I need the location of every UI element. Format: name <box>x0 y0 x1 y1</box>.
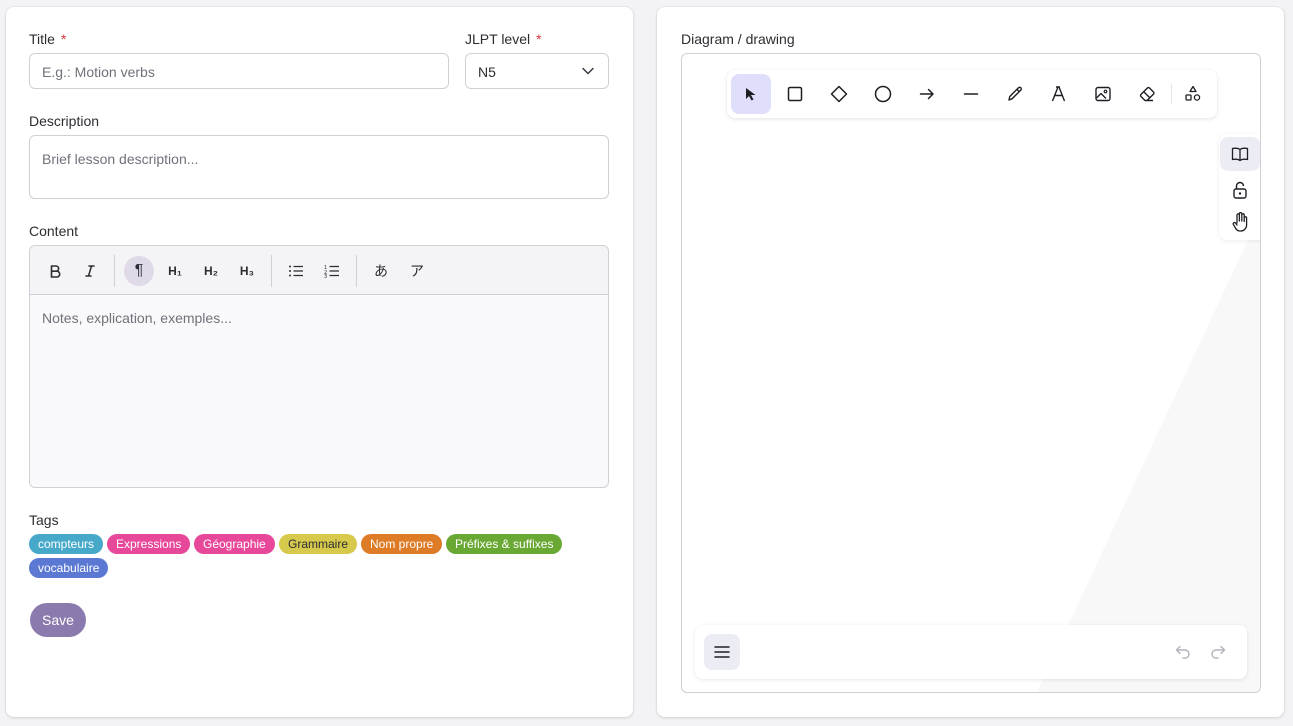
draw-icon <box>1008 86 1022 101</box>
tag-chip[interactable]: Nom propre <box>361 534 443 554</box>
line-icon <box>963 93 979 95</box>
required-mark: * <box>536 31 542 47</box>
lock-toggle-button[interactable] <box>1220 173 1260 207</box>
more-shapes-button[interactable] <box>1173 74 1213 114</box>
editor-toolbar: ¶ H₁ H₂ H₃ 123 あ ア <box>30 246 608 295</box>
hand-icon <box>1232 212 1248 232</box>
tag-chip[interactable]: Géographie <box>194 534 275 554</box>
tag-chip[interactable]: vocabulaire <box>29 558 109 578</box>
image-tool-button[interactable] <box>1083 74 1123 114</box>
lesson-form: Title * JLPT level * E.g.: Motion verbs N5… <box>6 7 633 717</box>
description-label: Description <box>29 113 100 129</box>
content-textarea[interactable]: Notes, explication, exemples... <box>30 295 608 487</box>
draw-tool-button[interactable] <box>995 74 1035 114</box>
content-label: Content <box>29 223 79 239</box>
text-icon <box>1051 86 1066 102</box>
line-tool-button[interactable] <box>951 74 991 114</box>
diagram-panel: Diagram / drawing <box>657 7 1284 717</box>
rectangle-tool-button[interactable] <box>775 74 815 114</box>
toolbar-divider <box>114 255 115 287</box>
jlpt-label: JLPT level * <box>465 31 542 47</box>
heading2-button[interactable]: H₂ <box>196 256 226 286</box>
content-placeholder: Notes, explication, exemples... <box>42 310 232 326</box>
undo-icon <box>1175 645 1190 659</box>
text-tool-button[interactable] <box>1039 74 1079 114</box>
tags-label: Tags <box>29 512 59 528</box>
selection-icon <box>746 88 756 101</box>
paragraph-icon: ¶ <box>134 262 144 279</box>
title-placeholder: E.g.: Motion verbs <box>42 64 155 80</box>
canvas-footer <box>695 625 1247 679</box>
unlock-icon <box>1233 181 1247 199</box>
toolbar-divider <box>356 255 357 287</box>
eraser-icon <box>1139 86 1155 102</box>
main-menu-button[interactable] <box>704 634 740 670</box>
drawing-canvas[interactable] <box>681 53 1261 693</box>
jlpt-select[interactable]: N5 <box>465 53 609 89</box>
tag-chip[interactable]: Grammaire <box>279 534 358 554</box>
ellipse-icon <box>874 85 892 103</box>
redo-icon <box>1211 645 1226 659</box>
heading1-button[interactable]: H₁ <box>160 256 190 286</box>
hiragana-button[interactable]: あ <box>366 256 396 286</box>
drawing-toolbar <box>727 70 1217 118</box>
required-mark: * <box>60 31 67 47</box>
arrow-icon <box>919 88 934 100</box>
tag-chip[interactable]: compteurs <box>29 534 104 554</box>
rectangle-icon <box>787 86 803 102</box>
content-editor: ¶ H₁ H₂ H₃ 123 あ ア Notes, explication, e… <box>29 245 609 488</box>
ordered-list-button[interactable]: 123 <box>317 256 347 286</box>
diamond-icon <box>830 85 848 103</box>
toolbar-divider <box>1171 84 1172 104</box>
ordered-list-icon: 123 <box>324 265 339 278</box>
image-icon <box>1095 86 1111 102</box>
arrow-tool-button[interactable] <box>907 74 947 114</box>
menu-icon <box>714 646 730 658</box>
description-input[interactable]: Brief lesson description... <box>29 135 609 199</box>
diagram-label: Diagram / drawing <box>681 31 795 47</box>
bold-button[interactable] <box>40 256 70 286</box>
undo-button[interactable] <box>1170 639 1196 665</box>
title-input[interactable]: E.g.: Motion verbs <box>29 53 449 89</box>
redo-button[interactable] <box>1205 639 1231 665</box>
svg-text:3: 3 <box>324 274 327 278</box>
bullet-list-button[interactable] <box>281 256 311 286</box>
bold-icon <box>50 265 61 278</box>
more-shapes-icon <box>1185 85 1201 101</box>
canvas-background <box>1037 214 1260 692</box>
side-toolbar <box>1219 134 1260 240</box>
description-placeholder: Brief lesson description... <box>42 151 199 167</box>
hand-tool-button[interactable] <box>1220 205 1260 239</box>
bullet-list-icon <box>289 265 303 277</box>
toolbar-divider <box>271 255 272 287</box>
heading3-button[interactable]: H₃ <box>232 256 262 286</box>
tag-chip[interactable]: Préfixes & suffixes <box>446 534 563 554</box>
save-button[interactable]: Save <box>30 603 86 637</box>
ellipse-tool-button[interactable] <box>863 74 903 114</box>
paragraph-button[interactable]: ¶ <box>124 256 154 286</box>
tag-chip[interactable]: Expressions <box>107 534 191 554</box>
title-label: Title * <box>29 31 67 47</box>
library-button[interactable] <box>1220 137 1260 171</box>
katakana-button[interactable]: ア <box>402 256 432 286</box>
italic-button[interactable] <box>75 256 105 286</box>
eraser-tool-button[interactable] <box>1127 74 1167 114</box>
chevron-down-icon <box>582 67 594 75</box>
library-icon <box>1231 147 1249 162</box>
selection-tool-button[interactable] <box>731 74 771 114</box>
italic-icon <box>85 265 95 277</box>
jlpt-value: N5 <box>478 64 496 80</box>
diamond-tool-button[interactable] <box>819 74 859 114</box>
